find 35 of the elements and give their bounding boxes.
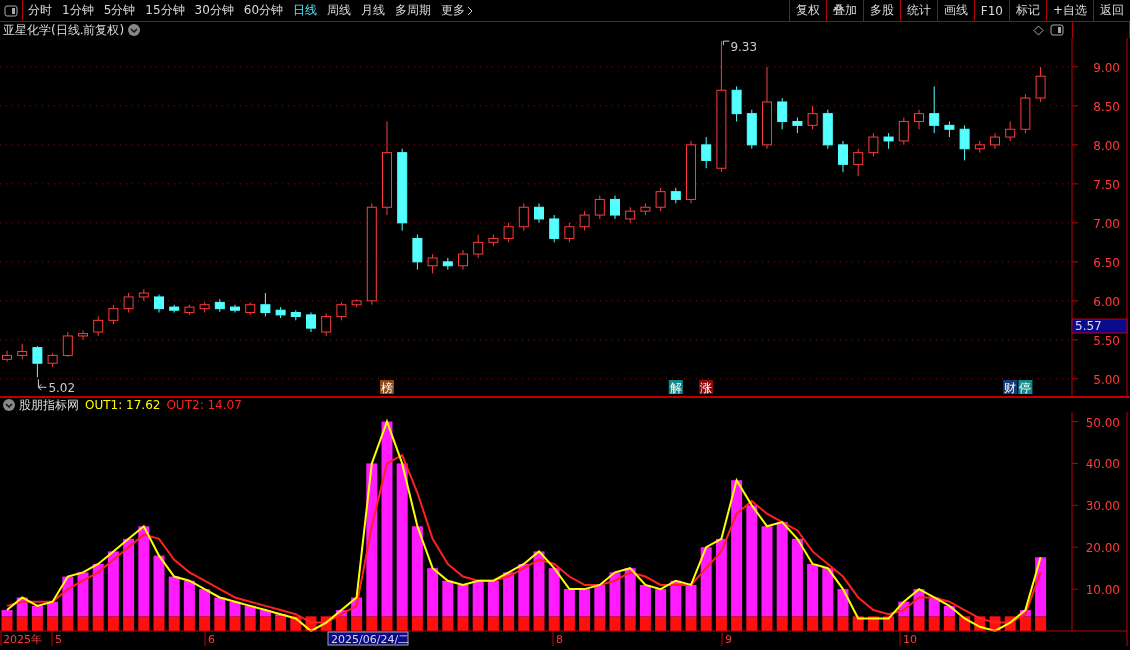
date-label: 2025年 — [3, 633, 42, 646]
axis-label: 20.00 — [1085, 541, 1120, 556]
series-name: OUT1 — [85, 398, 119, 412]
signal-badge: 停 — [1018, 380, 1033, 395]
signal-badge: 财 — [1003, 380, 1018, 395]
axis-label: 7.00 — [1093, 216, 1120, 231]
date-label: 5 — [55, 633, 62, 646]
axis-label: 9.00 — [1093, 60, 1120, 75]
axis-label: 6.00 — [1093, 294, 1120, 309]
axis-label: 30.00 — [1085, 499, 1120, 514]
stock-title: 亚星化学(日线.前复权) — [3, 21, 125, 39]
series-value: : 14.07 — [199, 398, 242, 412]
signal-badge: 解 — [668, 380, 683, 395]
indicator-name: 股朋指标网 — [19, 396, 79, 414]
date-label: 10 — [903, 633, 917, 646]
signal-badge: 榜 — [380, 380, 394, 395]
series-value: : 17.62 — [118, 398, 161, 412]
high-price-label: 9.33 — [730, 40, 758, 55]
axis-label: 40.00 — [1085, 457, 1120, 472]
axis-label: 5.00 — [1093, 372, 1120, 387]
axis-label: 10.00 — [1085, 583, 1120, 598]
axis-label: 5.50 — [1093, 333, 1120, 348]
date-label: 8 — [556, 633, 563, 646]
cursor-date-label: 2025/06/24/二 — [327, 631, 410, 646]
date-label: 9 — [725, 633, 732, 646]
date-label: 6 — [208, 633, 215, 646]
axis-label: 8.50 — [1093, 99, 1120, 114]
series-name: OUT2 — [166, 398, 200, 412]
axis-label: 50.00 — [1085, 415, 1120, 430]
axis-label: 7.50 — [1093, 177, 1120, 192]
price-label: 5.57 — [1071, 318, 1128, 334]
axis-label: 8.00 — [1093, 138, 1120, 153]
low-price-label: 5.02 — [48, 381, 76, 396]
signal-badge: 涨 — [699, 380, 714, 395]
axis-label: 6.50 — [1093, 255, 1120, 270]
